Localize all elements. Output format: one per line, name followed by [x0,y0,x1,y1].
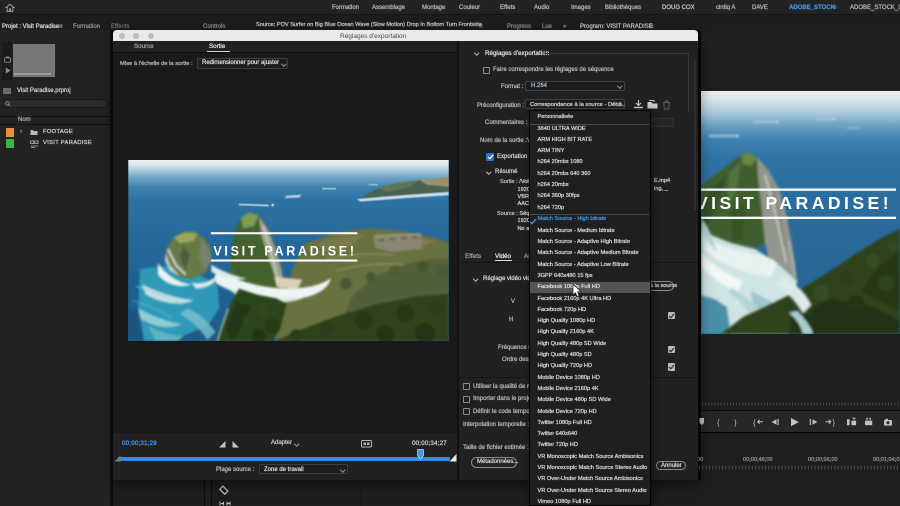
svg-text:{: { [753,418,756,427]
svg-text:{: { [717,418,720,427]
svg-text:}: } [833,418,836,427]
svg-text:}: } [734,418,737,427]
svg-text:VISIT PARADISE!: VISIT PARADISE! [213,242,356,258]
svg-text:VISIT PARADISE!: VISIT PARADISE! [701,193,892,213]
